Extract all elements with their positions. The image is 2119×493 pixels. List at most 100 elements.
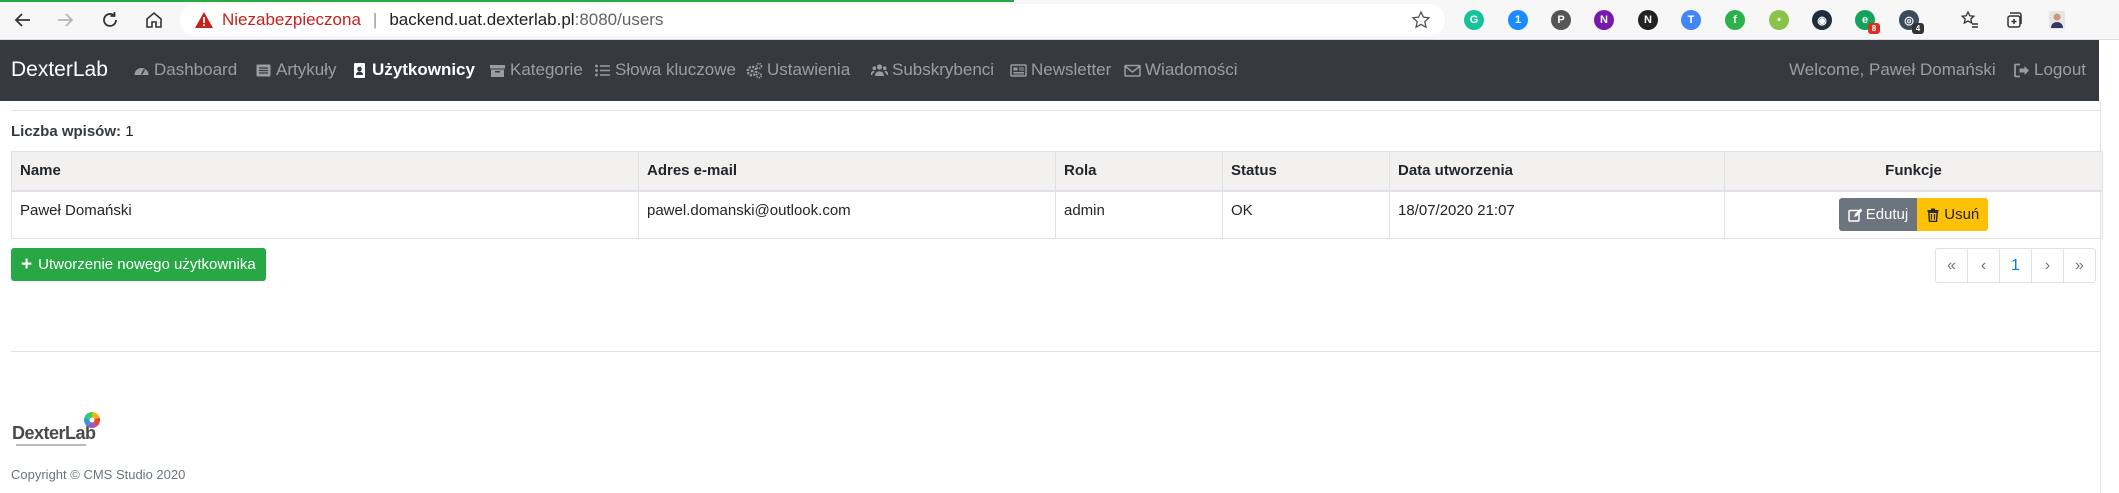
nav-item-label: Użytkownicy [372,60,475,79]
favorites-list-icon [1960,10,1978,28]
onenote-icon[interactable]: N [1594,10,1614,30]
table-row: Paweł Domański pawel.domanski@outlook.co… [11,190,2103,239]
nav-item-dashboard[interactable]: Dashboard [133,60,237,80]
arrow-left-icon [14,13,30,27]
extension-green-icon[interactable]: e8 [1855,10,1880,34]
extension-badge: 8 [1868,23,1880,34]
delete-button[interactable]: Usuń [1917,198,1989,232]
nav-item-artykuly[interactable]: Artykuły [255,60,336,80]
cell-name: Paweł Domański [11,190,639,239]
pagination-page[interactable]: 1 [1999,248,2032,283]
reload-button[interactable] [95,6,125,34]
nav-item-kategorie[interactable]: Kategorie [489,60,583,80]
arrow-right-icon [58,13,74,27]
newspaper-icon [1010,63,1027,77]
nav-item-newsletter[interactable]: Newsletter [1010,60,1111,80]
reload-icon [103,12,117,27]
users-table: Name Adres e-mail Rola Status Data utwor… [11,151,2103,239]
top-divider [11,110,2100,111]
nav-item-subskrybenci[interactable]: Subskrybenci [871,60,994,80]
collections-button[interactable] [1999,6,2029,34]
cogs-icon [746,62,763,79]
nav-item-uzytkownicy[interactable]: Użytkownicy [351,60,475,80]
nav-item-label: Newsletter [1031,60,1112,79]
column-header-status[interactable]: Status [1222,151,1390,192]
nav-item-wiadomosci[interactable]: Wiadomości [1124,60,1238,80]
row-actions: Edutuj Usuń [1733,198,2094,232]
pagination-prev[interactable]: ‹ [1967,248,2000,283]
column-header-name[interactable]: Name [11,151,639,192]
url-host: backend.uat.dexterlab.pl [389,10,575,29]
home-button[interactable] [139,6,169,34]
nav-item-label: Ustawienia [767,60,851,79]
translate-icon[interactable]: T [1681,10,1701,30]
record-count: Liczba wpisów: 1 [11,123,134,140]
delete-label: Usuń [1944,206,1980,224]
edit-icon [1847,208,1862,222]
1password-icon[interactable]: 1 [1508,10,1528,30]
pagination-first[interactable]: « [1935,248,1968,283]
dashboard-icon [134,67,149,75]
load-progress-bar [0,0,1014,2]
plus-icon: + [21,254,33,275]
extension-plant-icon[interactable]: • [1769,10,1789,30]
profile-button[interactable] [2042,6,2072,34]
favorites-button[interactable] [1955,6,1985,34]
nav-item-label: Wiadomości [1145,60,1238,79]
nav-item-slowa-kluczowe[interactable]: Słowa kluczowe [594,60,736,80]
grammarly-icon[interactable]: G [1464,10,1484,30]
record-count-value: 1 [125,123,134,140]
edit-label: Edutuj [1865,206,1909,224]
logo-color-wheel-icon [84,412,100,428]
brand-logo[interactable]: DexterLab [11,58,108,82]
trash-icon [1927,208,1939,222]
pocket-icon[interactable]: P [1551,10,1571,30]
create-user-label: Utworzenie nowego użytkownika [38,256,256,273]
address-separator: | [372,10,378,29]
user-status: OK [1231,202,1253,220]
extension-globe-icon[interactable]: ◎ 4 [1899,10,1924,34]
welcome-text: Welcome, Paweł Domański [1789,60,1996,79]
footer-logo: DexterLab [12,412,104,448]
edit-button[interactable]: Edutuj [1838,198,1918,232]
copyright-text: Copyright © CMS Studio 2020 [11,467,186,482]
main-navbar: DexterLab Dashboard Artykuły Użytkownicy… [0,40,2119,101]
column-header-created[interactable]: Data utworzenia [1389,151,1725,192]
envelope-icon [1124,64,1141,77]
nav-item-label: Artykuły [276,60,337,79]
column-header-email[interactable]: Adres e-mail [638,151,1056,192]
browser-toolbar: Niezabezpieczona | backend.uat.dexterlab… [0,0,2119,40]
pagination-last[interactable]: » [2063,248,2096,283]
warning-icon [195,12,213,28]
create-user-button[interactable]: + Utworzenie nowego użytkownika [11,248,266,281]
forward-button[interactable] [50,6,80,34]
extension-circle-icon[interactable]: ◉ [1812,10,1832,30]
archive-icon [490,64,505,77]
feedly-icon[interactable]: f [1725,10,1745,30]
pagination-next[interactable]: › [2031,248,2064,283]
column-header-role[interactable]: Rola [1055,151,1223,192]
extension-badge: 4 [1912,23,1924,34]
column-header-actions: Funkcje [1724,151,2103,192]
notion-icon[interactable]: N [1638,10,1658,30]
users-icon [871,63,888,76]
nav-item-ustawienia[interactable]: Ustawienia [746,60,850,80]
user-email: pawel.domanski@outlook.com [647,202,851,220]
home-icon [146,11,162,28]
cell-role: admin [1055,190,1223,239]
nav-item-label: Słowa kluczowe [615,60,736,79]
cell-email: pawel.domanski@outlook.com [638,190,1056,239]
nav-item-label: Subskrybenci [892,60,995,79]
cell-actions: Edutuj Usuń [1724,190,2103,239]
security-label[interactable]: Niezabezpieczona [222,10,361,30]
bookmark-star-icon[interactable] [1411,10,1431,30]
back-button[interactable] [8,6,38,34]
window-edge [2099,40,2119,101]
pagination: « ‹ 1 › » [1935,248,2096,283]
address-bar[interactable]: Niezabezpieczona | backend.uat.dexterlab… [180,4,1445,36]
nav-item-label: Kategorie [510,60,583,79]
logout-link[interactable]: Logout [2013,60,2086,80]
nav-item-label: Dashboard [154,60,238,79]
table-header-row: Name Adres e-mail Rola Status Data utwor… [11,151,2103,192]
cell-status: OK [1222,190,1390,239]
